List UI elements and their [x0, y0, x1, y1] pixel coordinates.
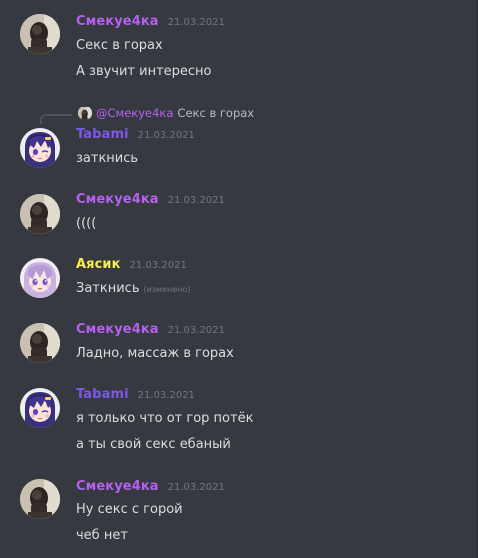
message-header: Смекуе4ка 21.03.2021: [76, 322, 225, 342]
message-header: Tabami 21.03.2021: [76, 127, 195, 147]
message-text: чеб нет: [76, 528, 128, 543]
reply-avatar-icon: [78, 106, 92, 120]
reply-mention[interactable]: @Смекуе4ка: [96, 106, 173, 120]
author-name[interactable]: Смекуе4ка: [76, 479, 159, 494]
message-text: Ладно, массаж в горах: [76, 346, 234, 361]
message-text: Заткнись (изменено): [76, 280, 190, 299]
message-group: Смекуе4ка 21.03.2021 Секс в горах А звуч…: [0, 0, 476, 90]
timestamp: 21.03.2021: [167, 195, 225, 206]
dark-photo-avatar-icon[interactable]: [20, 323, 60, 363]
timestamp: 21.03.2021: [167, 17, 225, 28]
timestamp: 21.03.2021: [167, 482, 225, 493]
anime-lilac-avatar-icon[interactable]: [20, 258, 60, 298]
message-header: Смекуе4ка 21.03.2021: [76, 192, 225, 212]
dark-photo-avatar-icon[interactable]: [20, 14, 60, 54]
message-text: а ты свой секс ебаный: [76, 437, 231, 452]
author-name[interactable]: Смекуе4ка: [76, 14, 159, 29]
message-header: Аясик 21.03.2021: [76, 257, 187, 277]
anime-girl-avatar-icon[interactable]: [20, 128, 60, 168]
message-text: ((((: [76, 216, 97, 231]
author-name[interactable]: Смекуе4ка: [76, 322, 159, 337]
author-name[interactable]: Tabami: [76, 387, 129, 402]
message-text: А звучит интересно: [76, 64, 212, 79]
dark-photo-avatar-icon[interactable]: [20, 479, 60, 519]
dark-photo-avatar-icon[interactable]: [20, 194, 60, 234]
timestamp: 21.03.2021: [137, 390, 195, 401]
author-name[interactable]: Смекуе4ка: [76, 192, 159, 207]
message-text: заткнись: [76, 151, 139, 166]
timestamp: 21.03.2021: [137, 130, 195, 141]
message-header: Tabami 21.03.2021: [76, 387, 195, 407]
chat-message-list: Смекуе4ка 21.03.2021 Секс в горах А звуч…: [0, 0, 478, 558]
timestamp: 21.03.2021: [129, 260, 187, 271]
author-name[interactable]: Аясик: [76, 257, 121, 272]
reply-preview[interactable]: @Смекуе4ка Секс в горах: [96, 106, 254, 120]
message-header: Смекуе4ка 21.03.2021: [76, 479, 225, 499]
message-body: Заткнись: [76, 281, 140, 296]
message-text: я только что от гор потёк: [76, 411, 254, 426]
message-text: Секс в горах: [76, 38, 163, 53]
reply-quote: Секс в горах: [177, 106, 255, 120]
timestamp: 21.03.2021: [167, 325, 225, 336]
reply-connector: [40, 114, 72, 124]
anime-girl-avatar-icon[interactable]: [20, 388, 60, 428]
edited-marker: (изменено): [143, 285, 191, 294]
message-text: Ну секс с горой: [76, 502, 183, 517]
message-header: Смекуе4ка 21.03.2021: [76, 14, 225, 34]
author-name[interactable]: Tabami: [76, 127, 129, 142]
